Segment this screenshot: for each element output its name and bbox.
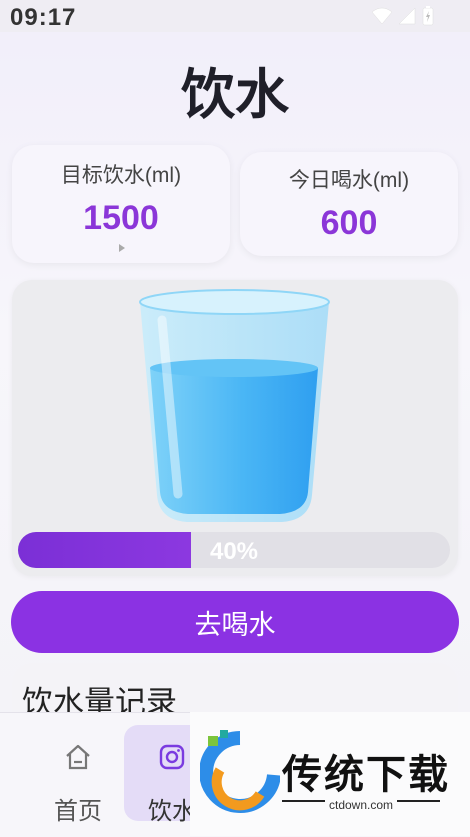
home-icon (66, 744, 90, 770)
goal-label: 目标饮水(ml) (60, 164, 182, 187)
today-value: 600 (320, 204, 378, 242)
status-time: 09:17 (10, 4, 77, 31)
goal-value: 1500 (83, 199, 159, 237)
status-icons (372, 6, 434, 26)
signal-icon (398, 7, 416, 25)
watermark-url: ctdown.com (282, 798, 440, 812)
site-watermark: 传统下载 ctdown.com (190, 712, 470, 836)
camera-icon (159, 744, 185, 770)
wifi-icon (372, 7, 392, 25)
today-label: 今日喝水(ml) (288, 169, 410, 192)
page-title: 饮水 (181, 65, 289, 125)
watermark-logo-icon (200, 730, 280, 813)
status-bar: 09:17 (0, 0, 470, 32)
today-card: 今日喝水(ml) 600 (240, 152, 458, 256)
drink-water-button[interactable]: 去喝水 (11, 591, 459, 653)
tab-home[interactable]: 首页 (30, 725, 126, 825)
watermark-text: 传统下载 (282, 753, 450, 797)
caret-right-icon (119, 244, 125, 252)
drink-progress-bar: 40% (18, 532, 450, 568)
goal-card[interactable]: 目标饮水(ml) 1500 (12, 145, 230, 263)
battery-icon (422, 6, 434, 26)
progress-percent: 40% (209, 538, 259, 565)
tab-home-label: 首页 (54, 798, 102, 825)
water-glass-icon (139, 289, 330, 522)
